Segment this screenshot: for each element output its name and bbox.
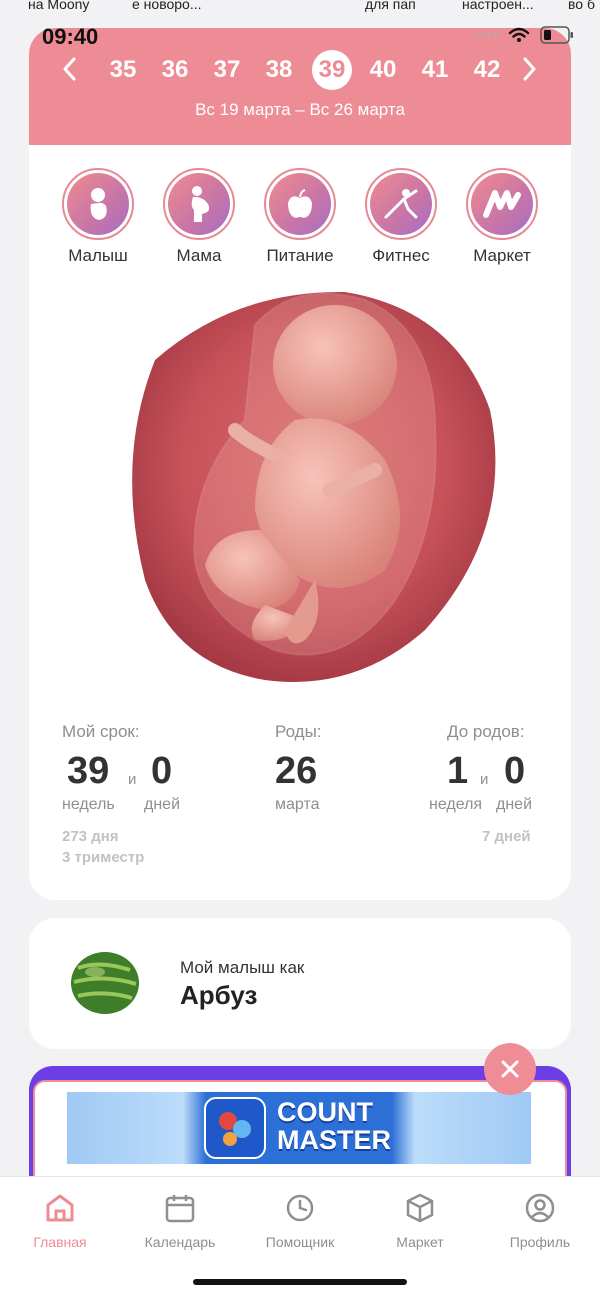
birth-day: 26 xyxy=(275,750,318,792)
my-term-and: и xyxy=(128,771,137,788)
tab-label: Календарь xyxy=(144,1234,216,1250)
category-baby[interactable]: Малыш xyxy=(55,168,141,266)
until-weeks: 1 xyxy=(447,750,469,792)
tab-calendar[interactable]: Календарь xyxy=(120,1193,240,1250)
my-term-days-unit: дней xyxy=(144,796,181,813)
app-screen: на Moony е новоро... для пап настроен...… xyxy=(0,0,600,1297)
until-days: 0 xyxy=(504,750,526,792)
week-selector: 35 36 37 38 39 40 41 42 Вс 19 марта – Вс… xyxy=(29,28,571,145)
tab-assistant[interactable]: Помощник xyxy=(240,1193,360,1250)
clipped-text-4: настроен... xyxy=(462,0,534,12)
week-40[interactable]: 40 xyxy=(363,52,403,88)
baby-size-card[interactable]: Мой малыш как Арбуз xyxy=(29,918,571,1049)
category-ring xyxy=(62,168,134,240)
clipped-text-5: во б xyxy=(568,0,595,12)
category-nutrition[interactable]: Питание xyxy=(257,168,343,266)
tab-label: Главная xyxy=(33,1234,87,1250)
clipped-top-text: на Moony е новоро... для пап настроен...… xyxy=(0,0,600,14)
category-ring xyxy=(365,168,437,240)
chevron-left-icon xyxy=(63,57,76,81)
week-42[interactable]: 42 xyxy=(467,52,507,88)
watermelon-icon xyxy=(70,950,140,1021)
category-ring xyxy=(163,168,235,240)
ad-title-line2: MASTER xyxy=(277,1125,391,1155)
my-term-weeks: 39 xyxy=(67,750,110,792)
home-icon xyxy=(46,1194,74,1222)
clipped-text-1: на Moony xyxy=(28,0,90,12)
tab-profile[interactable]: Профиль xyxy=(480,1193,600,1250)
close-icon xyxy=(501,1060,519,1078)
week-41[interactable]: 41 xyxy=(415,52,455,88)
fitness-pose-icon xyxy=(370,173,432,235)
birth-month: марта xyxy=(275,796,320,813)
until-weeks-unit: неделя xyxy=(429,796,483,813)
until-birth-label: До родов: xyxy=(447,722,525,741)
pregnant-woman-icon xyxy=(168,173,230,235)
status-icons xyxy=(473,26,574,44)
apple-icon xyxy=(269,173,331,235)
pregnancy-card: 35 36 37 38 39 40 41 42 Вс 19 марта – Вс… xyxy=(29,28,571,900)
week-38[interactable]: 38 xyxy=(259,52,299,88)
until-and: и xyxy=(480,771,489,788)
next-week-button[interactable] xyxy=(523,56,537,88)
week-37[interactable]: 37 xyxy=(207,52,247,88)
ad-title: COUNT MASTER xyxy=(277,1098,391,1154)
week-date-range: Вс 19 марта – Вс 26 марта xyxy=(195,100,405,119)
user-circle-icon xyxy=(525,1193,555,1223)
until-days-unit: дней xyxy=(496,796,533,813)
signal-icon xyxy=(473,33,498,37)
my-term-weeks-unit: недель xyxy=(62,796,115,813)
until-total-days: 7 дней xyxy=(482,828,531,845)
baby-size-title: Мой малыш как xyxy=(180,958,305,977)
fetus-illustration xyxy=(95,280,507,692)
baby-size-fruit: Арбуз xyxy=(180,980,258,1010)
tab-label: Маркет xyxy=(396,1234,444,1250)
week-36[interactable]: 36 xyxy=(155,52,195,88)
category-label: Фитнес xyxy=(372,246,430,265)
category-market[interactable]: Маркет xyxy=(459,168,545,266)
category-label: Мама xyxy=(176,246,222,265)
birth-label: Роды: xyxy=(275,722,322,741)
total-days: 273 дня xyxy=(62,828,119,845)
my-term-label: Мой срок: xyxy=(62,722,140,741)
week-35[interactable]: 35 xyxy=(103,52,143,88)
tab-label: Профиль xyxy=(509,1234,571,1250)
battery-icon xyxy=(540,26,573,44)
category-mom[interactable]: Мама xyxy=(156,168,242,266)
ad-close-button[interactable] xyxy=(484,1043,536,1095)
calendar-icon xyxy=(165,1195,195,1223)
tab-home[interactable]: Главная xyxy=(0,1193,120,1250)
home-indicator xyxy=(193,1279,407,1285)
my-term-days: 0 xyxy=(151,750,173,792)
category-label: Питание xyxy=(266,246,334,265)
game-app-icon xyxy=(204,1097,266,1159)
market-logo-icon xyxy=(471,173,533,235)
wifi-icon xyxy=(508,27,530,42)
week-list: 35 36 37 38 39 40 41 42 xyxy=(29,50,571,90)
clipped-text-3: для пап xyxy=(365,0,416,12)
trimester: 3 триместр xyxy=(62,849,145,866)
clipped-text-2: е новоро... xyxy=(132,0,202,12)
chevron-right-icon xyxy=(523,57,536,81)
category-fitness[interactable]: Фитнес xyxy=(358,168,444,266)
status-time: 09:40 xyxy=(42,24,99,49)
tab-label: Помощник xyxy=(265,1234,335,1250)
box-icon xyxy=(406,1193,434,1223)
clock-icon xyxy=(286,1194,314,1222)
week-39-current[interactable]: 39 xyxy=(312,50,352,90)
ad-title-line1: COUNT xyxy=(277,1097,373,1127)
category-ring xyxy=(264,168,336,240)
prev-week-button[interactable] xyxy=(62,56,76,88)
category-label: Маркет xyxy=(473,246,531,265)
category-label: Малыш xyxy=(68,246,128,265)
tab-market[interactable]: Маркет xyxy=(360,1193,480,1250)
baby-icon xyxy=(67,173,129,235)
category-ring xyxy=(466,168,538,240)
